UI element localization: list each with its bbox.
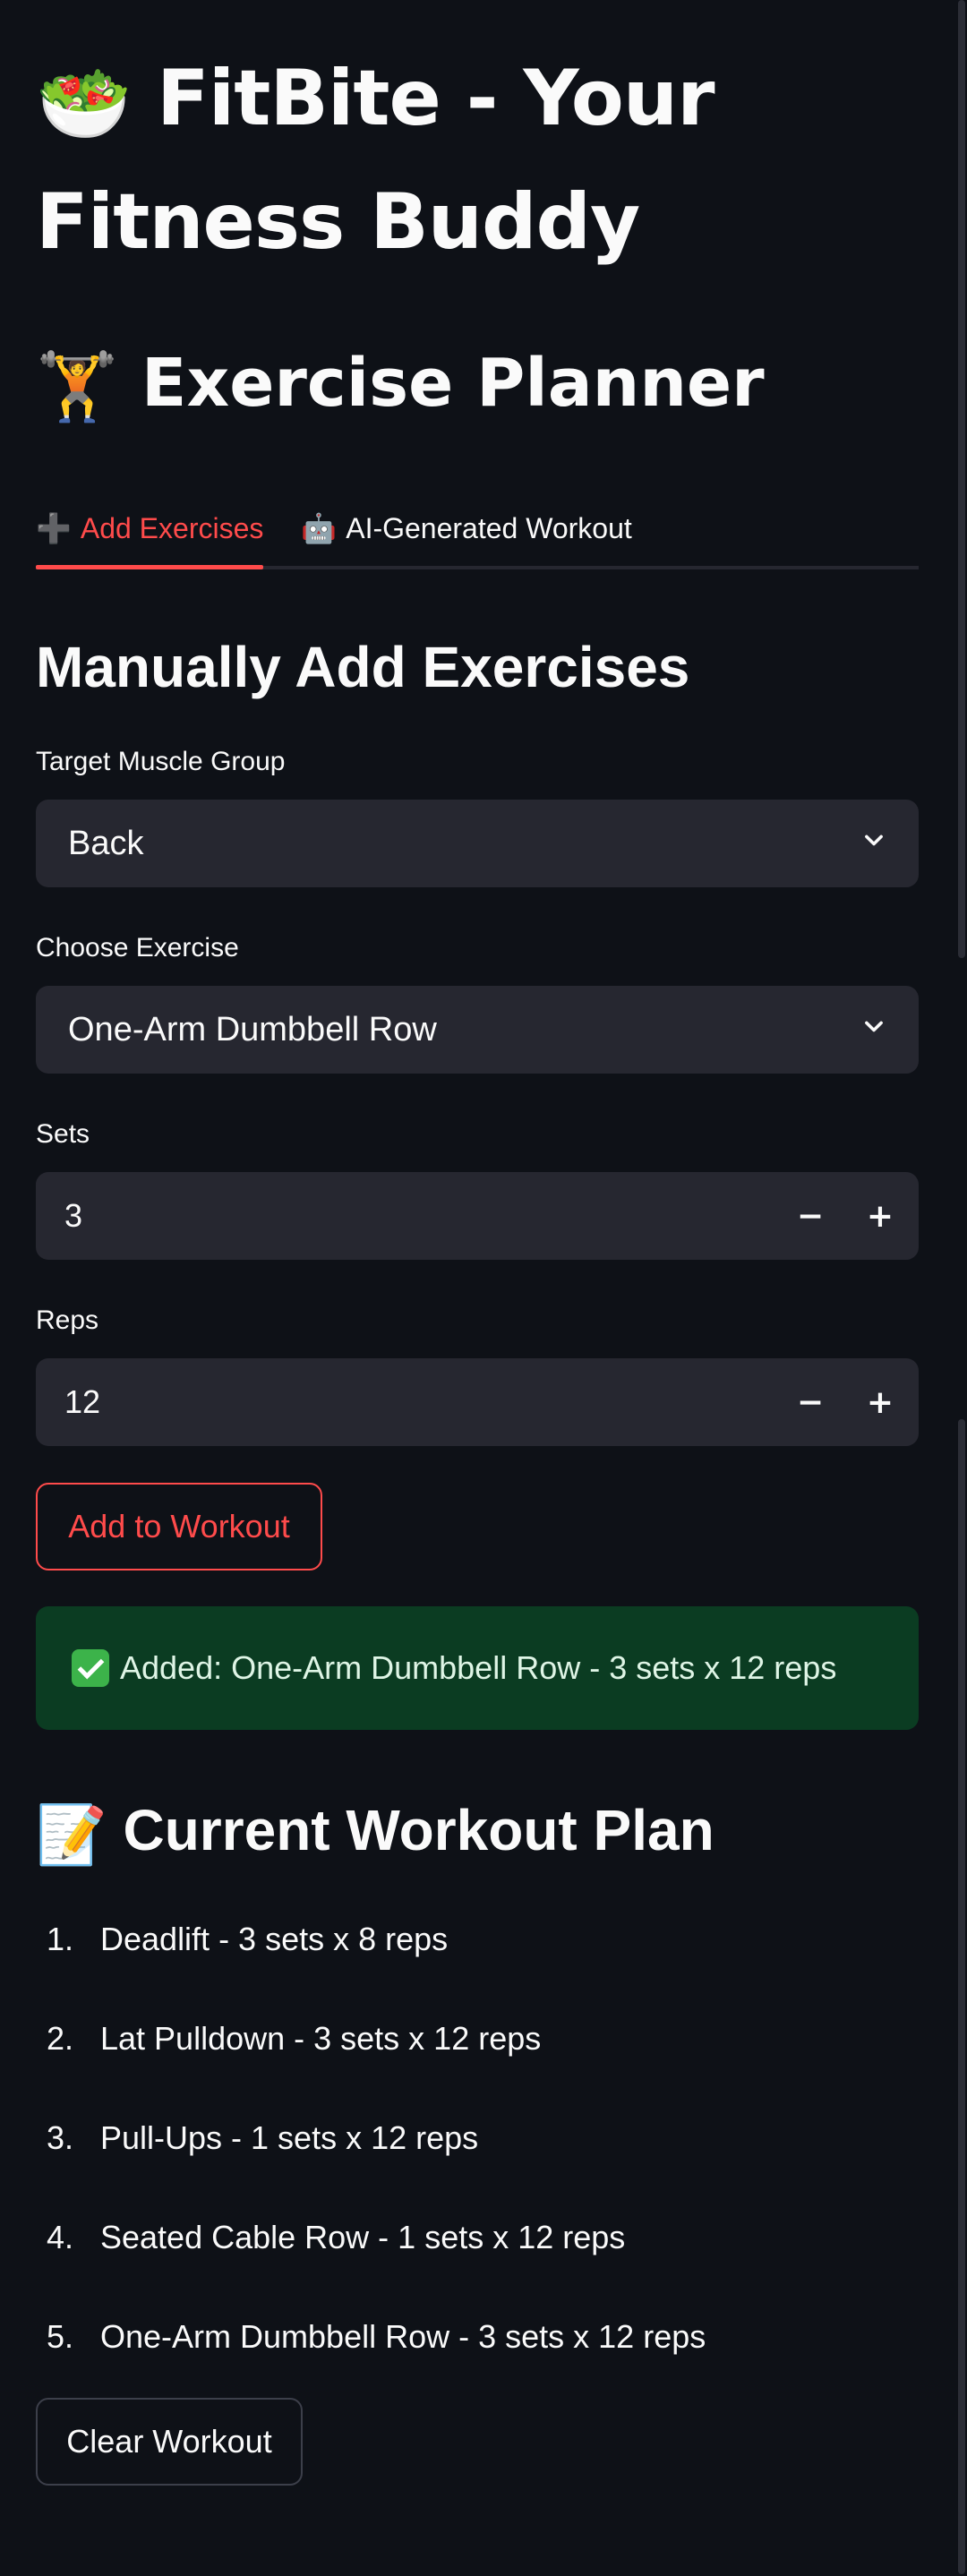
app-page: 🥗 FitBite - Your Fitness Buddy 🏋️ Exerci…	[0, 0, 967, 2576]
list-item-text: One-Arm Dumbbell Row - 3 sets x 12 reps	[100, 2317, 706, 2355]
list-item-number: 4.	[46, 2218, 73, 2255]
list-item-text: Lat Pulldown - 3 sets x 12 reps	[100, 2019, 542, 2057]
success-alert-text: Added: One-Arm Dumbbell Row - 3 sets x 1…	[120, 1649, 837, 1686]
scrollbar[interactable]	[956, 0, 967, 2576]
workout-plan-heading-text: Current Workout Plan	[123, 1798, 715, 1862]
list-item-number: 5.	[46, 2317, 73, 2355]
scrollbar-thumb-sidebar[interactable]	[958, 0, 965, 958]
success-alert: Added: One-Arm Dumbbell Row - 3 sets x 1…	[36, 1606, 919, 1730]
sets-stepper[interactable]: 3 − +	[36, 1172, 919, 1260]
weightlifter-icon: 🏋️	[36, 348, 119, 426]
chevron-down-icon	[865, 834, 883, 846]
add-to-workout-button[interactable]: Add to Workout	[36, 1483, 322, 1570]
plus-icon: ➕	[36, 512, 72, 544]
muscle-group-label: Target Muscle Group	[36, 747, 286, 776]
reps-input[interactable]: 12	[64, 1358, 100, 1446]
app-title-text: FitBite - Your Fitness Buddy	[36, 54, 715, 267]
reps-stepper[interactable]: 12 − +	[36, 1358, 919, 1446]
clear-workout-button[interactable]: Clear Workout	[36, 2398, 303, 2486]
list-item: 5. One-Arm Dumbbell Row - 3 sets x 12 re…	[36, 2287, 919, 2386]
planner-tabs: ➕ Add Exercises 🤖 AI-Generated Workout	[36, 491, 919, 569]
app-title: 🥗 FitBite - Your Fitness Buddy	[36, 39, 919, 281]
list-item: 2. Lat Pulldown - 3 sets x 12 reps	[36, 1989, 919, 2088]
workout-plan-list: 1. Deadlift - 3 sets x 8 reps 2. Lat Pul…	[36, 1889, 919, 2386]
list-item: 3. Pull-Ups - 1 sets x 12 reps	[36, 2088, 919, 2187]
robot-icon: 🤖	[301, 512, 338, 544]
tab-add-exercises[interactable]: ➕ Add Exercises	[36, 491, 264, 569]
sets-decrement-button[interactable]: −	[775, 1172, 845, 1260]
list-item-text: Pull-Ups - 1 sets x 12 reps	[100, 2118, 479, 2156]
salad-icon: 🥗	[36, 58, 132, 149]
list-item: 1. Deadlift - 3 sets x 8 reps	[36, 1889, 919, 1989]
exercise-value: One-Arm Dumbbell Row	[68, 1011, 437, 1048]
exercise-select[interactable]: One-Arm Dumbbell Row	[36, 986, 919, 1074]
exercise-label: Choose Exercise	[36, 933, 239, 963]
sets-label: Sets	[36, 1119, 90, 1149]
list-item-number: 2.	[46, 2019, 73, 2057]
list-item-text: Seated Cable Row - 1 sets x 12 reps	[100, 2218, 626, 2255]
muscle-group-value: Back	[68, 825, 144, 862]
sets-increment-button[interactable]: +	[845, 1172, 915, 1260]
workout-plan-heading: 📝 Current Workout Plan	[36, 1787, 715, 1878]
tab-ai-generated-workout[interactable]: 🤖 AI-Generated Workout	[301, 491, 631, 566]
reps-decrement-button[interactable]: −	[775, 1358, 845, 1446]
manual-add-heading: Manually Add Exercises	[36, 635, 690, 699]
sets-input[interactable]: 3	[64, 1172, 82, 1260]
list-item: 4. Seated Cable Row - 1 sets x 12 reps	[36, 2187, 919, 2287]
scrollbar-thumb-main[interactable]	[958, 1419, 965, 2574]
exercise-planner-title: 🏋️ Exercise Planner	[36, 338, 765, 432]
chevron-down-icon	[865, 1021, 883, 1032]
tab-add-exercises-label: Add Exercises	[80, 511, 264, 544]
muscle-group-select[interactable]: Back	[36, 800, 919, 887]
list-item-number: 1.	[46, 1920, 73, 1957]
tab-ai-generated-workout-label: AI-Generated Workout	[346, 511, 632, 544]
memo-icon: 📝	[36, 1802, 107, 1868]
list-item-number: 3.	[46, 2118, 73, 2156]
check-mark-icon	[72, 1649, 109, 1687]
exercise-planner-title-text: Exercise Planner	[141, 345, 765, 422]
reps-increment-button[interactable]: +	[845, 1358, 915, 1446]
reps-label: Reps	[36, 1305, 99, 1335]
list-item-text: Deadlift - 3 sets x 8 reps	[100, 1920, 449, 1957]
